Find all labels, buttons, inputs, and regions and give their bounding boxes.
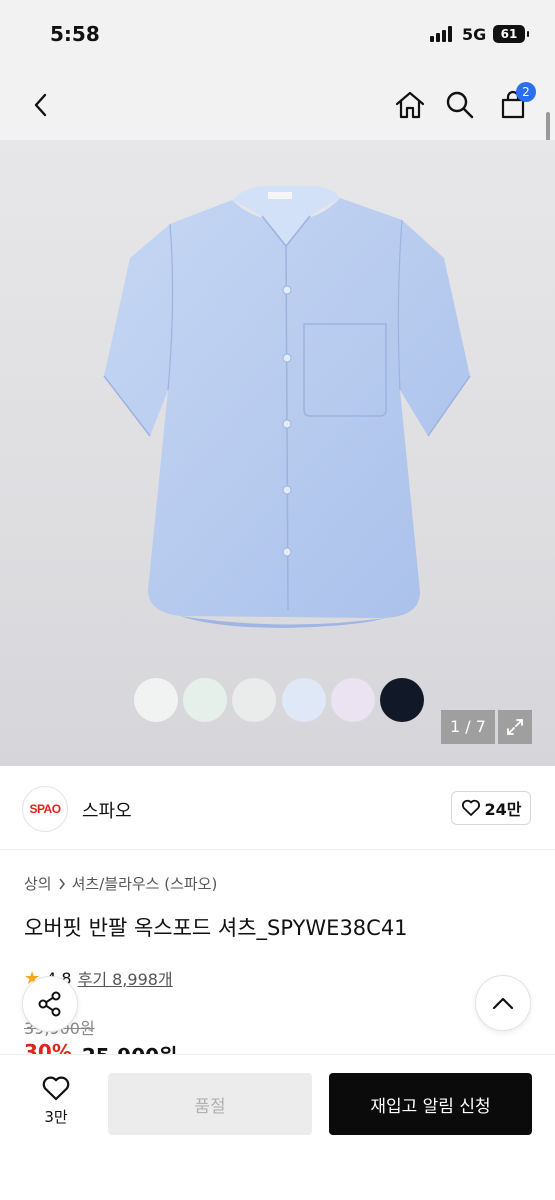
network-label: 5G	[462, 25, 487, 44]
swatch-sky-blue[interactable]	[282, 678, 326, 722]
search-icon	[446, 91, 474, 119]
fullscreen-button[interactable]	[498, 710, 532, 744]
brand-row: SPAO 스파오 24만	[0, 766, 555, 850]
nav-bar: 2	[0, 70, 555, 140]
brand-logo[interactable]: SPAO	[22, 786, 68, 832]
breadcrumb: 상의 셔츠/블라우스 (스파오)	[24, 873, 217, 894]
product-image	[103, 186, 471, 628]
brand-name[interactable]: 스파오	[82, 797, 132, 823]
breadcrumb-level2[interactable]: 셔츠/블라우스 (스파오)	[72, 873, 218, 894]
signal-icon	[430, 26, 456, 42]
chevron-left-icon	[34, 93, 47, 117]
home-button[interactable]	[389, 84, 431, 126]
cart-button[interactable]: 2	[492, 82, 536, 126]
swatch-white[interactable]	[134, 678, 178, 722]
review-link[interactable]: 후기 8,998개	[78, 966, 173, 990]
share-icon	[38, 991, 61, 1017]
back-button[interactable]	[20, 84, 62, 126]
brand-like-button[interactable]: 24만	[451, 791, 531, 825]
chevron-right-icon	[59, 878, 65, 889]
home-icon	[395, 91, 425, 119]
product-image-gallery[interactable]: 1 / 7	[0, 140, 555, 766]
status-bar: 5:58 5G 61	[0, 0, 555, 70]
swatch-light-gray[interactable]	[232, 678, 276, 722]
share-button[interactable]	[22, 976, 78, 1032]
expand-icon	[507, 719, 523, 735]
image-counter: 1 / 7	[441, 710, 495, 744]
brand-like-count: 24만	[484, 800, 522, 819]
sale-price: 25,900원	[82, 1040, 178, 1054]
bottom-action-bar: 3만 품절 재입고 알림 신청	[0, 1054, 555, 1200]
cart-badge: 2	[516, 82, 536, 102]
battery-level: 61	[500, 27, 518, 41]
search-button[interactable]	[439, 84, 481, 126]
chevron-up-icon	[492, 997, 514, 1010]
restock-alert-button[interactable]: 재입고 알림 신청	[329, 1073, 532, 1135]
heart-icon	[42, 1076, 70, 1101]
swatch-navy[interactable]	[380, 678, 424, 722]
color-swatches	[134, 678, 424, 724]
breadcrumb-level1[interactable]: 상의	[24, 873, 52, 894]
price-row: 30% 25,900원	[24, 1040, 177, 1054]
heart-icon	[461, 799, 480, 816]
swatch-mint[interactable]	[183, 678, 227, 722]
battery-icon: 61	[493, 25, 529, 43]
status-time: 5:58	[50, 22, 100, 46]
scroll-top-button[interactable]	[475, 975, 531, 1031]
wishlist-button[interactable]: 3만	[26, 1075, 86, 1137]
swatch-lavender[interactable]	[331, 678, 375, 722]
soldout-button: 품절	[108, 1073, 312, 1135]
wishlist-count: 3만	[44, 1108, 68, 1126]
discount-rate: 30%	[24, 1040, 72, 1054]
product-title: 오버핏 반팔 옥스포드 셔츠_SPYWE38C41	[24, 916, 408, 940]
